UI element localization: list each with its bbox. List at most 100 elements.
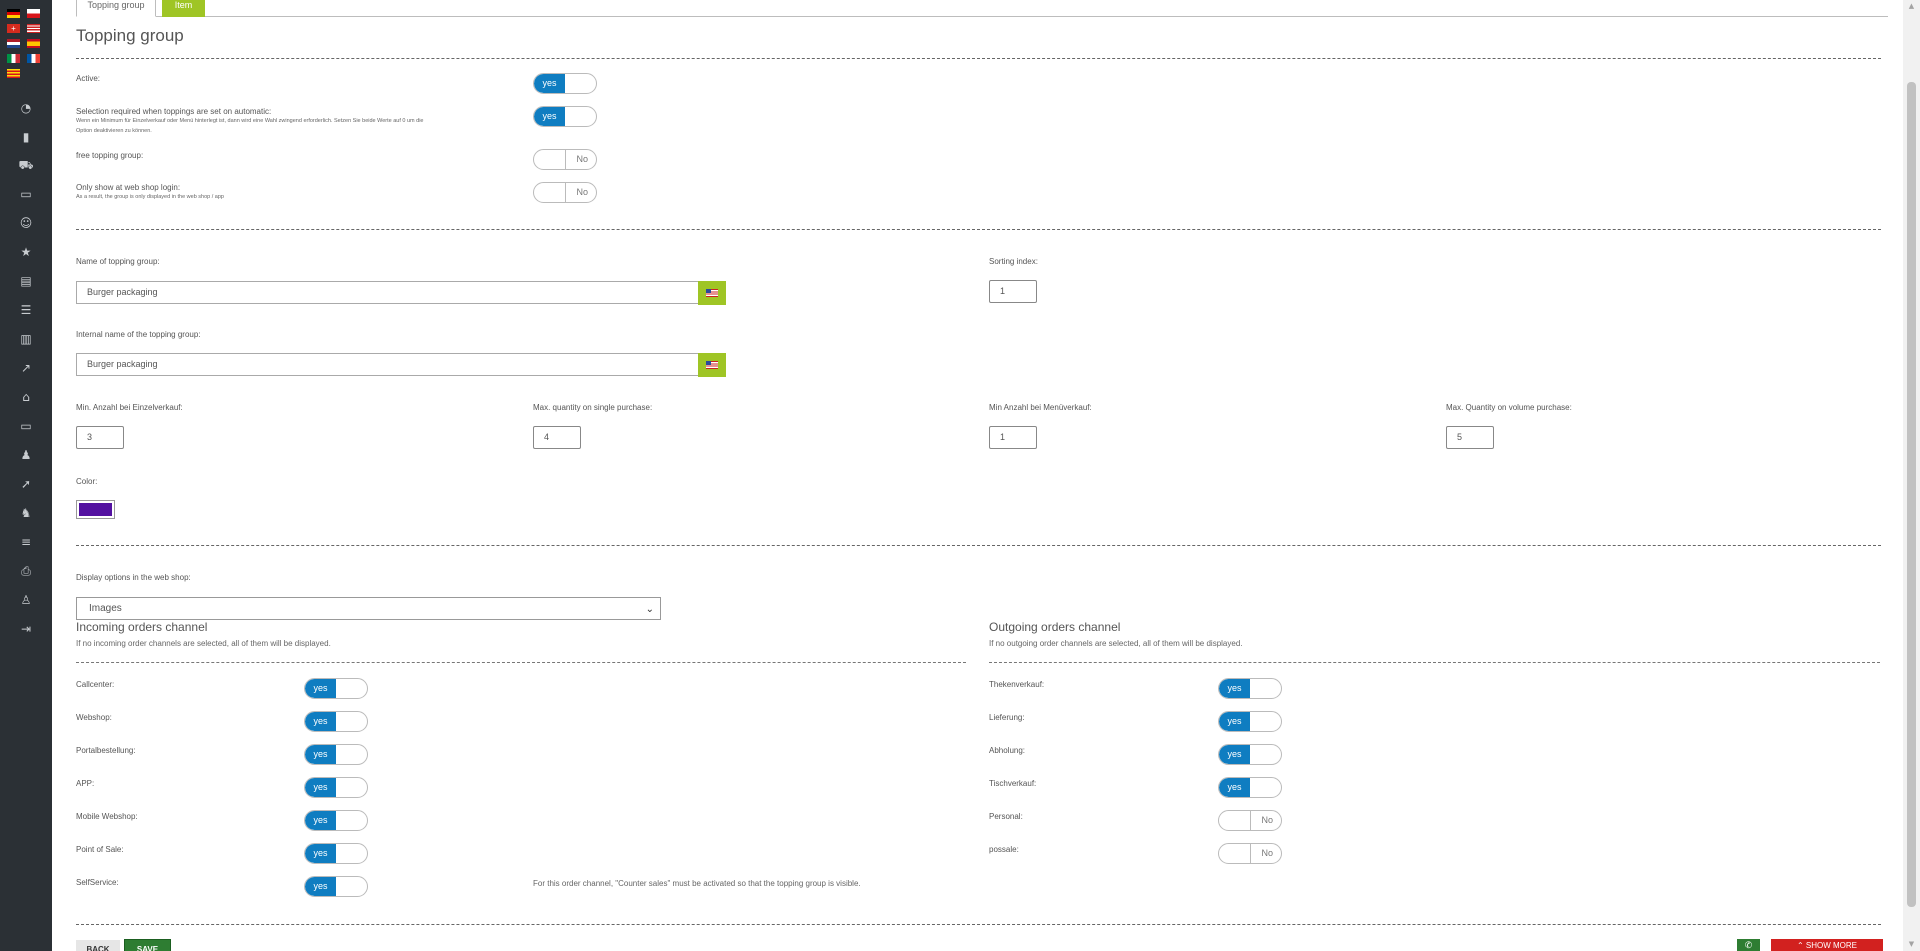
list-icon[interactable]: ☰ xyxy=(18,302,34,318)
toggle-on-label: yes xyxy=(1219,679,1250,698)
dashboard-icon[interactable]: ◔ xyxy=(18,100,34,116)
chart-icon[interactable]: ▮ xyxy=(18,129,34,145)
flag-ch-icon[interactable]: + xyxy=(7,24,20,33)
color-picker[interactable] xyxy=(76,500,115,519)
scroll-up-icon[interactable]: ▲ xyxy=(1907,2,1916,11)
channel-label: SelfService: xyxy=(76,878,119,887)
display-options-value: Images xyxy=(89,603,122,614)
phone-icon[interactable]: ✆ xyxy=(1737,939,1760,951)
sorting-index-input[interactable]: 1 xyxy=(989,280,1037,303)
toggle-on-label: yes xyxy=(305,844,336,863)
name-input[interactable]: Burger packaging xyxy=(76,281,700,304)
toggle-off-label: No xyxy=(1261,848,1273,858)
webshop-toggle[interactable]: yes xyxy=(304,711,368,732)
callcenter-toggle[interactable]: yes xyxy=(304,678,368,699)
star-icon[interactable]: ★ xyxy=(18,244,34,260)
selection-required-toggle[interactable]: yes xyxy=(533,106,597,127)
active-toggle[interactable]: yes xyxy=(533,73,597,94)
max-single-input[interactable]: 4 xyxy=(533,426,581,449)
delivery-toggle[interactable]: yes xyxy=(1218,711,1282,732)
free-topping-group-toggle[interactable]: No xyxy=(533,149,597,170)
point-of-sale-toggle[interactable]: yes xyxy=(304,843,368,864)
divider xyxy=(76,545,1881,546)
show-more-label: SHOW MORE xyxy=(1805,941,1858,950)
selfservice-toggle[interactable]: yes xyxy=(304,876,368,897)
active-label: Active: xyxy=(76,74,101,83)
tab-bar: Topping group Item xyxy=(76,0,1888,17)
channel-label: Tischverkauf: xyxy=(989,779,1037,788)
display-options-label: Display options in the web shop: xyxy=(76,573,191,582)
book-icon[interactable]: ▥ xyxy=(18,331,34,347)
trend-icon[interactable]: ↗ xyxy=(18,360,34,376)
toggle-on-label: yes xyxy=(305,778,336,797)
webshop-login-hint: As a result, the group is only displayed… xyxy=(76,194,224,200)
channel-label: Webshop: xyxy=(76,713,112,722)
home-icon[interactable]: ⌂ xyxy=(18,389,34,405)
divider xyxy=(989,662,1880,663)
cart-icon[interactable]: ⛟ xyxy=(18,157,34,173)
back-button[interactable]: BACK xyxy=(76,940,120,951)
divider xyxy=(76,662,966,663)
max-volume-input[interactable]: 5 xyxy=(1446,426,1494,449)
users-icon[interactable]: ♞ xyxy=(18,505,34,521)
rocket-icon[interactable]: ➚ xyxy=(18,476,34,492)
logout-icon[interactable]: ⇥ xyxy=(18,621,34,637)
monitor-icon[interactable]: ▭ xyxy=(18,186,34,202)
channel-label: Lieferung: xyxy=(989,713,1025,722)
show-more-button[interactable]: ⌃ SHOW MORE xyxy=(1771,939,1883,951)
flag-de-icon[interactable] xyxy=(7,9,20,18)
toggle-on-label: yes xyxy=(1219,778,1250,797)
counter-sales-toggle[interactable]: yes xyxy=(1218,678,1282,699)
user-icon[interactable]: ♟ xyxy=(18,447,34,463)
display-options-select[interactable]: Images ⌄ xyxy=(76,597,661,620)
portal-order-toggle[interactable]: yes xyxy=(304,744,368,765)
account-icon[interactable]: ♙ xyxy=(18,592,34,608)
flag-fr-icon[interactable] xyxy=(27,54,40,63)
flag-us-icon[interactable] xyxy=(27,24,40,33)
toggle-on-label: yes xyxy=(305,712,336,731)
min-menu-input[interactable]: 1 xyxy=(989,426,1037,449)
toggle-on-label: yes xyxy=(534,107,565,126)
scroll-down-icon[interactable]: ▼ xyxy=(1907,940,1916,949)
pickup-toggle[interactable]: yes xyxy=(1218,744,1282,765)
color-swatch-fill xyxy=(79,503,112,516)
selection-required-hint-2: Option deaktivieren zu können. xyxy=(76,128,152,134)
internal-name-input[interactable]: Burger packaging xyxy=(76,353,700,376)
incoming-hint: If no incoming order channels are select… xyxy=(76,639,331,648)
flag-es-icon[interactable] xyxy=(27,39,40,48)
flag-us-icon xyxy=(706,361,718,369)
divider xyxy=(76,924,1881,925)
toggle-on-label: yes xyxy=(305,679,336,698)
webshop-login-toggle[interactable]: No xyxy=(533,182,597,203)
database-icon[interactable]: ≡ xyxy=(18,534,34,550)
name-language-button[interactable] xyxy=(698,281,726,305)
mobile-webshop-toggle[interactable]: yes xyxy=(304,810,368,831)
scrollbar-thumb[interactable] xyxy=(1907,82,1916,907)
chevron-down-icon: ⌄ xyxy=(645,604,654,615)
flag-it-icon[interactable] xyxy=(7,54,20,63)
desktop-icon[interactable]: ▭ xyxy=(18,418,34,434)
page-title: Topping group xyxy=(76,26,184,45)
archive-icon[interactable]: ▤ xyxy=(18,273,34,289)
min-single-input[interactable]: 3 xyxy=(76,426,124,449)
flag-ca-icon[interactable] xyxy=(7,69,20,78)
internal-name-language-button[interactable] xyxy=(698,353,726,377)
tab-item[interactable]: Item xyxy=(162,0,205,17)
printer-icon[interactable]: ⎙ xyxy=(18,563,34,579)
toggle-off-label: No xyxy=(1261,815,1273,825)
table-sales-toggle[interactable]: yes xyxy=(1218,777,1282,798)
flag-cz-icon[interactable] xyxy=(27,9,40,18)
channel-label: possale: xyxy=(989,845,1019,854)
internal-name-label: Internal name of the topping group: xyxy=(76,330,201,339)
personal-toggle[interactable]: No xyxy=(1218,810,1282,831)
user-plus-icon[interactable]: ☺ xyxy=(18,215,34,231)
toggle-on-label: yes xyxy=(305,811,336,830)
scrollbar[interactable]: ▲ ▼ xyxy=(1903,0,1920,951)
selection-required-hint: Wenn ein Minimum für Einzelverkauf oder … xyxy=(76,118,424,124)
app-toggle[interactable]: yes xyxy=(304,777,368,798)
incoming-title: Incoming orders channel xyxy=(76,620,208,634)
tab-topping-group[interactable]: Topping group xyxy=(76,0,156,17)
save-button[interactable]: SAVE xyxy=(124,939,171,951)
possale-toggle[interactable]: No xyxy=(1218,843,1282,864)
flag-nl-icon[interactable] xyxy=(7,39,20,48)
